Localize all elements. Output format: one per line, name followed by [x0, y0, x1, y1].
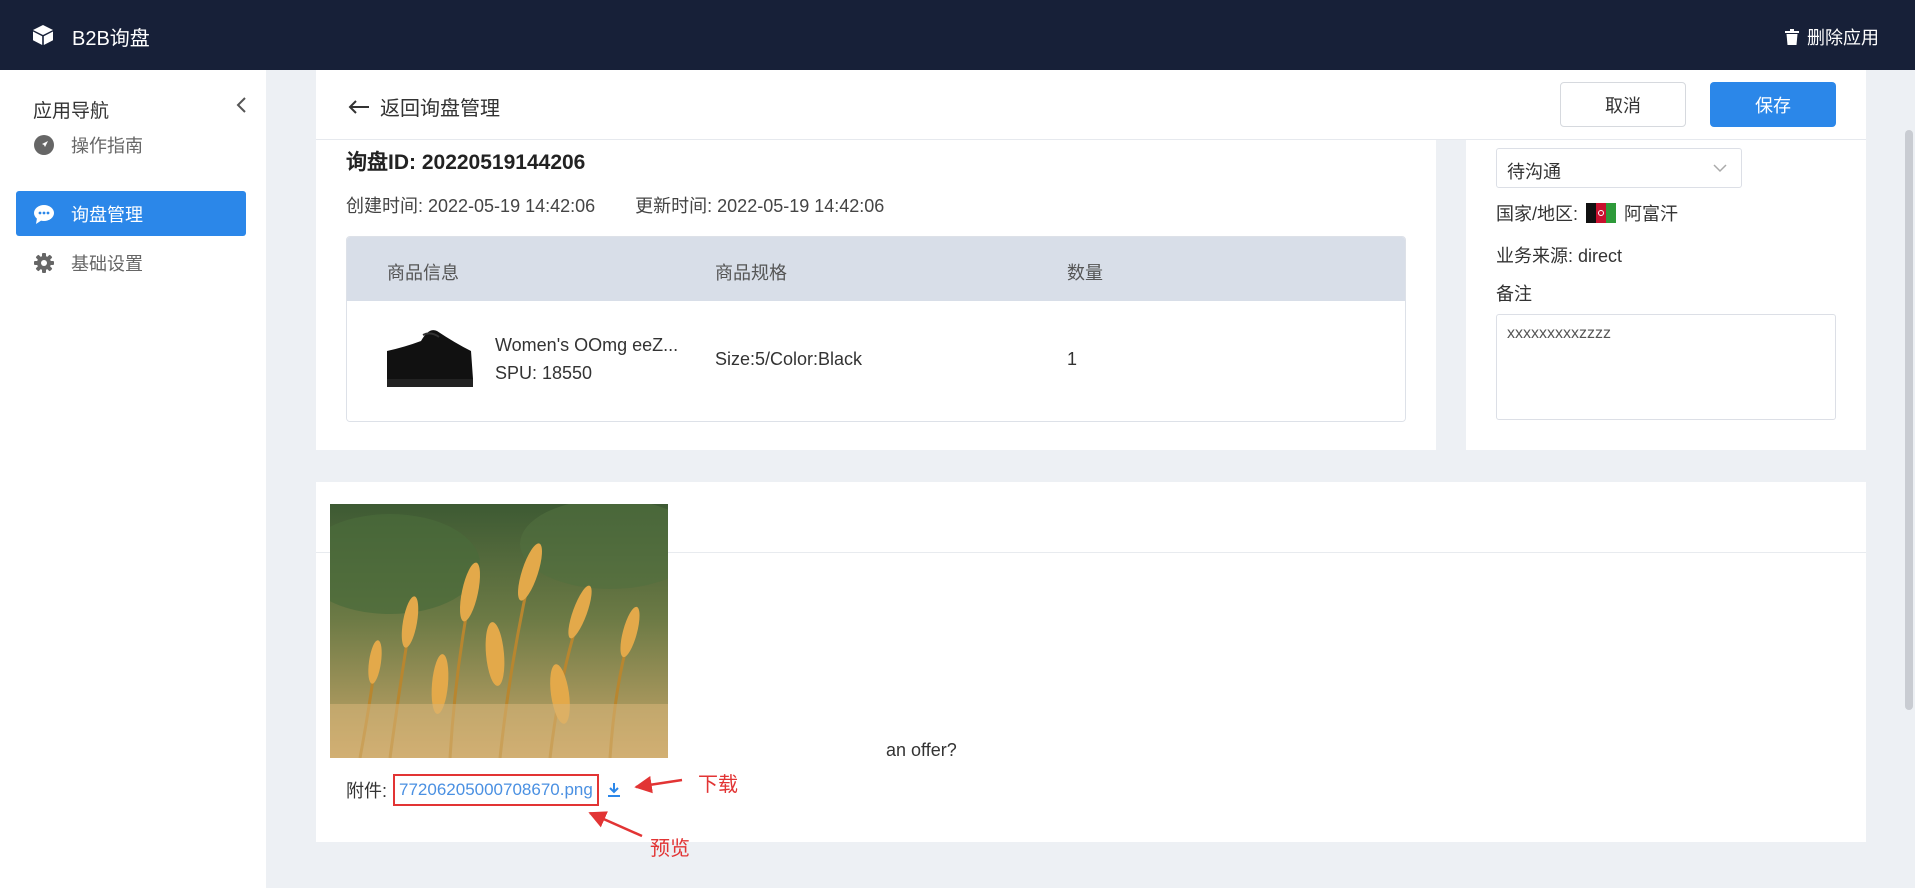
attachment-label: 附件:: [346, 781, 388, 801]
delete-app-label: 删除应用: [1807, 28, 1879, 48]
inquiry-times: 创建时间: 2022-05-19 14:42:06 更新时间: 2022-05-…: [346, 192, 884, 218]
page-header: 返回询盘管理 取消 保存: [316, 70, 1866, 140]
app-title: B2B询盘: [72, 28, 150, 50]
navigation-icon: [34, 134, 54, 155]
cancel-button[interactable]: 取消: [1560, 82, 1686, 127]
remark-label: 备注: [1496, 284, 1532, 304]
product-table: 商品信息 商品规格 数量 Women's OOmg eeZ... SPU: 18…: [346, 236, 1406, 422]
sidebar-title: 应用导航: [33, 101, 110, 122]
sidebar-item-guide[interactable]: 操作指南: [16, 122, 246, 167]
sidebar: 应用导航 操作指南 询盘管理 基础设置: [0, 70, 266, 888]
updated-time: 更新时间: 2022-05-19 14:42:06: [635, 196, 885, 216]
product-name: Women's OOmg eeZ...: [495, 335, 679, 355]
scrollbar[interactable]: [1905, 130, 1913, 710]
sidebar-item-label: 询盘管理: [71, 204, 143, 225]
afghanistan-flag-icon: [1586, 203, 1617, 223]
source-row: 业务来源: direct: [1496, 242, 1622, 268]
product-thumbnail: [385, 321, 475, 393]
inquiry-side-card: 待沟通 国家/地区: 阿富汗 业务来源: direct 备注 xxxxxxxxx…: [1466, 140, 1866, 450]
back-link[interactable]: 返回询盘管理: [348, 92, 500, 121]
arrow-left-icon: [348, 99, 369, 114]
sidebar-item-inquiry[interactable]: 询盘管理: [16, 191, 246, 236]
sidebar-item-settings[interactable]: 基础设置: [16, 240, 246, 285]
created-time: 创建时间: 2022-05-19 14:42:06: [346, 196, 596, 216]
inquiry-id-value: 20220519144206: [421, 151, 586, 174]
remark-row: 备注: [1496, 280, 1532, 306]
product-quantity: 1: [1067, 349, 1078, 369]
delete-app-button[interactable]: 删除应用: [1785, 24, 1879, 50]
status-value: 待沟通: [1507, 162, 1561, 182]
save-button[interactable]: 保存: [1710, 82, 1836, 127]
sidebar-item-label: 操作指南: [71, 135, 143, 156]
business-source: 业务来源: direct: [1496, 246, 1623, 266]
table-row: Women's OOmg eeZ... SPU: 18550 Size:5/Co…: [347, 301, 1405, 421]
message-card: an offer? 附件: 77206205000708670.png: [316, 482, 1866, 842]
gear-icon: [34, 252, 54, 273]
top-bar: B2B询盘 删除应用: [0, 0, 1915, 70]
preview-annotation: 预览: [650, 836, 690, 860]
inquiry-info-card: 询盘ID: 20220519144206 创建时间: 2022-05-19 14…: [316, 140, 1436, 450]
column-header: 数量: [1067, 263, 1103, 283]
download-annotation: 下载: [698, 772, 738, 796]
attachment-file-link[interactable]: 77206205000708670.png: [393, 774, 599, 806]
chat-icon: [34, 204, 54, 224]
attachment-row: 附件: 77206205000708670.png: [346, 774, 621, 806]
attachment-preview-image: [330, 504, 668, 758]
chevron-down-icon: [1713, 164, 1727, 173]
trash-icon: [1785, 29, 1799, 45]
cube-logo-icon: [33, 25, 53, 45]
country-label: 国家/地区:: [1496, 204, 1579, 224]
table-header: 商品信息 商品规格 数量: [347, 237, 1405, 301]
inquiry-id-label: 询盘ID:: [346, 151, 416, 174]
message-text: an offer?: [886, 740, 957, 760]
country-row: 国家/地区: 阿富汗: [1496, 200, 1678, 226]
status-select[interactable]: 待沟通: [1496, 148, 1742, 188]
back-label: 返回询盘管理: [380, 98, 500, 120]
column-header: 商品信息: [387, 263, 459, 283]
product-spec: Size:5/Color:Black: [715, 349, 863, 369]
chevron-left-icon[interactable]: [234, 96, 250, 114]
remark-textarea[interactable]: xxxxxxxxxzzzz: [1496, 314, 1836, 420]
download-icon[interactable]: [607, 782, 621, 798]
inquiry-id: 询盘ID: 20220519144206: [346, 146, 585, 176]
column-header: 商品规格: [715, 263, 787, 283]
country-value: 阿富汗: [1624, 204, 1679, 224]
product-spu: SPU: 18550: [495, 363, 593, 383]
sidebar-item-label: 基础设置: [71, 253, 143, 274]
